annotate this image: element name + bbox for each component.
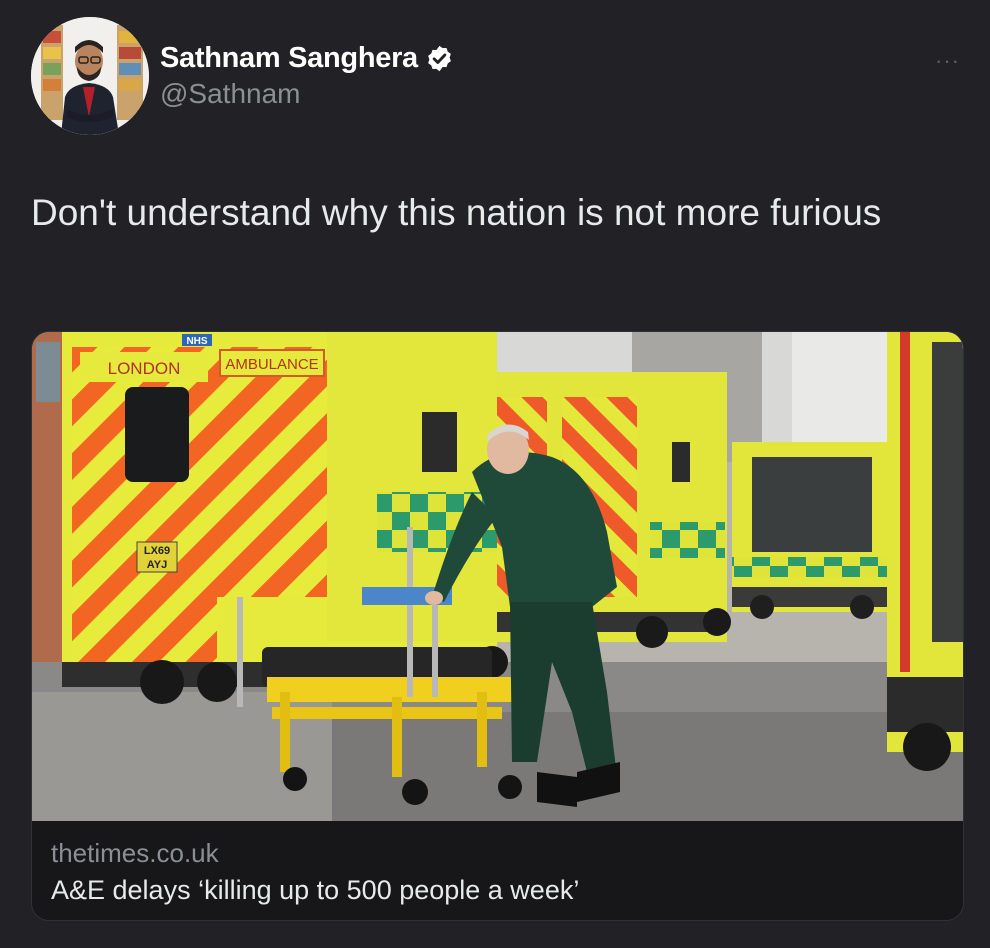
link-card[interactable]: LONDON AMBULANCE NHS LX69 AYJ thetimes.c… xyxy=(31,331,964,921)
profile-photo-icon xyxy=(31,17,149,135)
nhs-label: NHS xyxy=(186,336,207,347)
card-meta[interactable]: thetimes.co.uk A&E delays ‘killing up to… xyxy=(32,821,963,920)
card-image[interactable]: LONDON AMBULANCE NHS LX69 AYJ xyxy=(32,332,963,821)
name-row: Sathnam Sanghera xyxy=(160,40,454,76)
verified-badge-icon xyxy=(425,44,454,73)
display-name[interactable]: Sathnam Sanghera xyxy=(160,42,418,75)
ambulance-label: AMBULANCE xyxy=(225,356,318,373)
card-domain: thetimes.co.uk xyxy=(51,838,219,868)
plate-line-1: LX69 xyxy=(144,545,170,557)
author-info: Sathnam Sanghera @Sathnam xyxy=(160,40,454,110)
handle[interactable]: @Sathnam xyxy=(160,78,454,110)
london-label: LONDON xyxy=(108,359,181,378)
ambulance-photo-icon: LONDON AMBULANCE NHS LX69 AYJ xyxy=(32,332,963,821)
avatar[interactable] xyxy=(31,17,149,135)
more-options-icon[interactable]: ··· xyxy=(935,48,960,74)
tweet-text: Don't understand why this nation is not … xyxy=(31,192,882,233)
card-title[interactable]: A&E delays ‘killing up to 500 people a w… xyxy=(51,875,579,906)
tweet: Sathnam Sanghera @Sathnam ··· Don't unde… xyxy=(0,0,990,948)
plate-line-2: AYJ xyxy=(147,559,167,571)
